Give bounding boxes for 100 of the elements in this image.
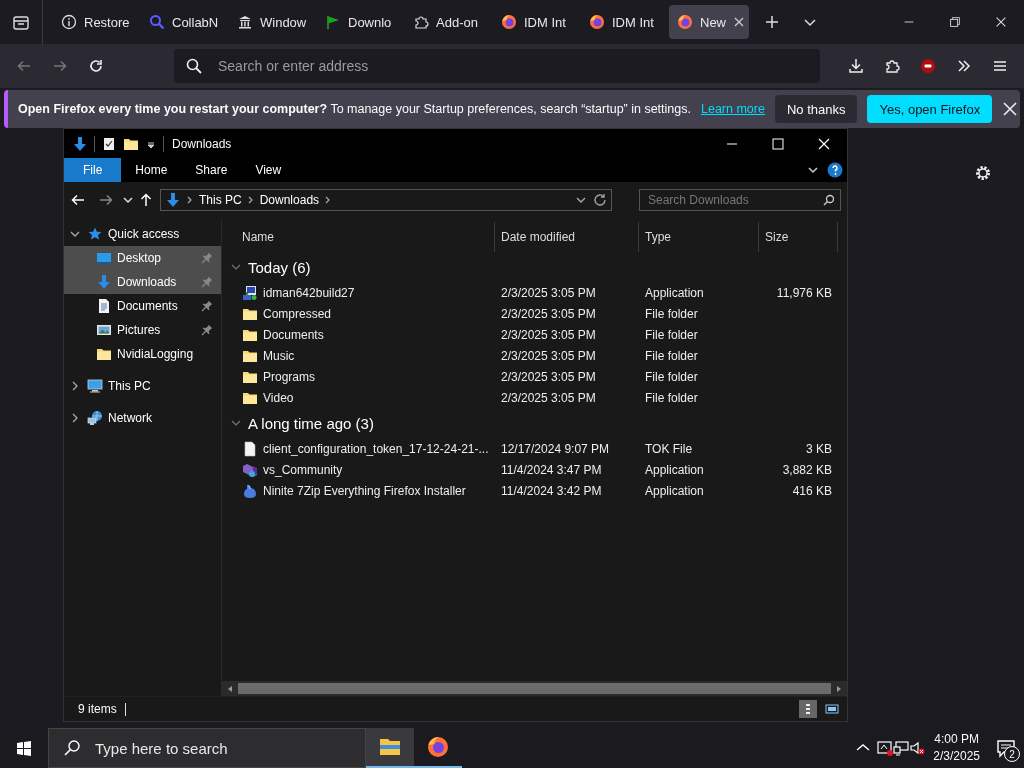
settings-button[interactable] <box>974 164 992 182</box>
search-field[interactable]: Search Downloads <box>646 192 822 208</box>
ribbon-tab[interactable]: View <box>241 158 296 182</box>
magnifier-icon <box>149 14 165 30</box>
expand-ribbon-button[interactable] <box>807 164 819 176</box>
nav-item[interactable]: Pictures <box>64 318 221 342</box>
accept-button[interactable]: Yes, open Firefox <box>867 95 993 123</box>
puzzle-icon <box>884 58 900 74</box>
file-name[interactable]: client_configuration_token_17-12-24-21-... <box>263 441 489 456</box>
close-button[interactable] <box>1002 101 1019 117</box>
breadcrumb-item[interactable]: This PC <box>199 193 242 207</box>
file-name[interactable]: Music <box>263 348 295 363</box>
column-header[interactable]: Date modified <box>495 222 639 252</box>
puzzle-icon <box>413 14 429 30</box>
address-bar[interactable]: This PC Downloads <box>160 189 612 211</box>
close-icon <box>994 15 1008 29</box>
action-center-button[interactable]: 2 <box>988 728 1024 768</box>
file-name[interactable]: Programs <box>263 369 315 384</box>
pin-icon <box>201 252 213 264</box>
back-button[interactable] <box>70 192 86 208</box>
file-explorer-taskbar-button[interactable] <box>366 728 414 768</box>
window-title: Downloads <box>172 136 232 151</box>
network-button[interactable] <box>893 740 910 756</box>
ribbon-tab[interactable]: File <box>64 158 122 182</box>
up-button[interactable] <box>138 192 154 208</box>
taskbar-search-box[interactable]: Type here to search <box>48 728 366 768</box>
browser-tab[interactable]: New <box>669 5 749 39</box>
address-bar[interactable]: Search or enter address <box>174 49 820 83</box>
help-icon <box>827 162 843 178</box>
date-cell-text: 12/17/2024 9:07 PM <box>500 441 611 456</box>
file-name[interactable]: Compressed <box>263 306 332 321</box>
firefox-icon <box>426 735 450 759</box>
learn-more-link[interactable]: Learn more <box>701 102 765 116</box>
column-header[interactable]: Type <box>639 222 759 252</box>
file-name[interactable]: Video <box>263 390 294 405</box>
star-icon <box>87 226 103 242</box>
folder-icon <box>96 346 112 362</box>
browser-tab[interactable]: Add-on <box>405 5 485 39</box>
maximize-icon <box>771 136 785 151</box>
search-icon <box>186 58 202 74</box>
nav-item[interactable]: NvidiaLogging <box>64 342 221 366</box>
nav-item[interactable]: Desktop <box>64 246 221 270</box>
group-header[interactable]: Today (6) <box>222 252 847 282</box>
browser-tab[interactable]: IDM Int <box>493 5 573 39</box>
nav-item[interactable]: Documents <box>64 294 221 318</box>
large-icons-view-icon <box>825 702 839 716</box>
breadcrumb-chevron-icon <box>247 196 254 204</box>
ribbon-tab[interactable]: Share <box>181 158 242 182</box>
blank-file-icon <box>242 440 258 457</box>
browser-tab[interactable]: Downlo <box>317 5 397 39</box>
column-header[interactable]: Name <box>222 222 495 252</box>
details-view-button[interactable] <box>799 700 817 718</box>
forward-button[interactable] <box>98 192 114 208</box>
date-cell-text: 2/3/2025 3:05 PM <box>500 369 597 384</box>
nav-item[interactable]: Downloads <box>64 270 221 294</box>
browser-tab[interactable]: Window <box>229 5 309 39</box>
browser-tab[interactable]: IDM Int <box>581 5 661 39</box>
column-header[interactable]: Size <box>759 222 838 252</box>
download-arrow-icon <box>72 135 88 152</box>
download-arrow-icon <box>165 192 181 208</box>
type-cell-text: File folder <box>644 390 699 405</box>
firefox-icon <box>589 14 605 30</box>
nav-item[interactable]: Quick access <box>64 222 221 246</box>
taskbar-search-field[interactable]: Type here to search <box>93 738 365 758</box>
search-box[interactable]: Search Downloads <box>639 189 841 211</box>
file-name[interactable]: vs_Community <box>263 462 343 477</box>
horizontal-scrollbar[interactable] <box>222 681 847 696</box>
group-header[interactable]: A long time ago (3) <box>222 408 847 438</box>
file-name[interactable]: idman642build27 <box>263 285 355 300</box>
breadcrumb-item[interactable]: Downloads <box>259 193 320 207</box>
size-cell-text: 3 KB <box>805 441 833 456</box>
size-cell-text: 3,882 KB <box>781 462 833 477</box>
file-name[interactable]: Ninite 7Zip Everything Firefox Installer <box>263 483 466 498</box>
decline-button[interactable]: No thanks <box>774 95 858 123</box>
volume-button[interactable] <box>909 740 926 756</box>
size-cell-text: 11,976 KB <box>775 285 833 300</box>
ribbon-tab[interactable]: Home <box>121 158 182 182</box>
item-count: 9 items <box>78 702 117 716</box>
installer-icon <box>242 284 258 301</box>
chevron-down-icon <box>807 164 819 176</box>
tab-list-icon <box>12 13 30 31</box>
pin-icon <box>201 300 213 312</box>
pin-icon <box>201 276 213 288</box>
date-cell-text: 11/4/2024 3:42 PM <box>500 483 603 498</box>
close-icon <box>817 136 831 151</box>
nav-item[interactable]: Network <box>64 406 221 430</box>
info-icon <box>61 14 77 30</box>
date-cell-text: 2/3/2025 3:05 PM <box>500 285 597 300</box>
close-icon <box>1002 101 1019 117</box>
clock[interactable]: 4:00 PM 2/3/2025 <box>925 731 988 765</box>
file-name[interactable]: Documents <box>263 327 324 342</box>
nav-item[interactable]: This PC <box>64 374 221 398</box>
search-icon <box>63 739 81 757</box>
browser-tab[interactable]: Restore <box>53 5 133 39</box>
date-cell-text: 2/3/2025 3:05 PM <box>500 390 597 405</box>
browser-tab[interactable]: CollabN <box>141 5 221 39</box>
chevron-down-icon <box>122 194 134 206</box>
plus-icon <box>764 14 780 30</box>
recent-locations-button[interactable] <box>122 194 134 206</box>
network-globe-icon <box>87 410 103 426</box>
